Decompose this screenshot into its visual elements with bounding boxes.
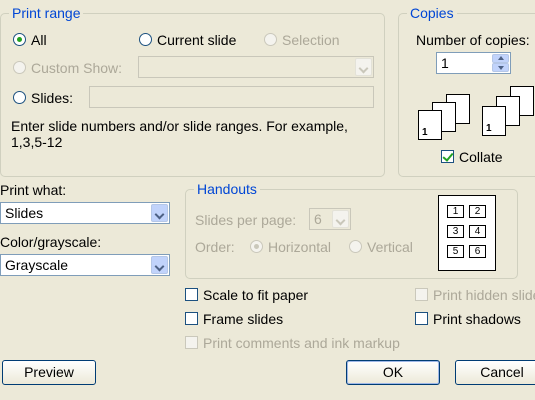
print-what-label: Print what:: [0, 182, 67, 198]
print-what-value: Slides: [5, 205, 44, 221]
ok-button[interactable]: OK: [346, 360, 440, 385]
slides-per-page-select: 6: [309, 208, 351, 230]
frame-slides-label[interactable]: Frame slides: [203, 311, 283, 327]
chevron-down-icon: [498, 66, 504, 70]
print-hidden-label: Print hidden slides: [433, 287, 535, 303]
scale-to-fit-label[interactable]: Scale to fit paper: [203, 287, 308, 303]
selection-radio: [264, 33, 277, 46]
color-grayscale-select[interactable]: Grayscale: [0, 254, 170, 276]
custom-show-select: [138, 56, 374, 78]
scale-to-fit-checkbox[interactable]: [185, 288, 198, 301]
print-comments-checkbox: [185, 336, 198, 349]
slides-per-page-label: Slides per page:: [195, 212, 297, 228]
copies-value[interactable]: 1: [441, 55, 449, 71]
print-comments-label: Print comments and ink markup: [203, 335, 400, 351]
frame-slides-checkbox[interactable]: [185, 312, 198, 325]
horizontal-radio: [250, 240, 263, 253]
chevron-down-icon: [332, 210, 349, 228]
stepper-down-button[interactable]: [492, 63, 509, 72]
custom-show-radio: [13, 61, 26, 74]
current-slide-label[interactable]: Current slide: [157, 32, 236, 48]
handout-cell: 4: [469, 225, 486, 238]
copies-title: Copies: [407, 5, 457, 21]
number-of-copies-label: Number of copies:: [416, 32, 530, 48]
collate-checkbox[interactable]: [441, 150, 454, 163]
collate-illustration: 3 2 1 3 2 1: [414, 84, 534, 144]
horizontal-label: Horizontal: [268, 239, 332, 255]
custom-show-label: Custom Show:: [31, 60, 123, 76]
print-what-select[interactable]: Slides: [0, 202, 170, 224]
handout-cell: 1: [447, 205, 464, 218]
chevron-up-icon: [498, 56, 504, 60]
print-hidden-checkbox: [415, 288, 428, 301]
selection-label: Selection: [282, 32, 340, 48]
collate-label[interactable]: Collate: [459, 149, 503, 165]
all-label[interactable]: All: [31, 32, 47, 48]
print-shadows-checkbox[interactable]: [415, 312, 428, 325]
current-slide-radio[interactable]: [139, 33, 152, 46]
slides-per-page-value: 6: [314, 211, 322, 227]
handout-cell: 5: [447, 245, 464, 258]
order-label: Order:: [195, 239, 235, 255]
slides-radio[interactable]: [13, 91, 26, 104]
slides-hint-line2: 1,3,5-12: [11, 134, 63, 150]
handouts-title: Handouts: [194, 181, 260, 197]
print-shadows-label[interactable]: Print shadows: [433, 311, 521, 327]
preview-button[interactable]: Preview: [2, 360, 96, 385]
handout-cell: 2: [469, 205, 486, 218]
slides-label[interactable]: Slides:: [31, 90, 73, 106]
handout-preview: 1 2 3 4 5 6: [438, 195, 496, 271]
handout-cell: 3: [447, 225, 464, 238]
chevron-down-icon[interactable]: [151, 256, 168, 274]
handout-cell: 6: [469, 245, 486, 258]
cancel-button[interactable]: Cancel: [455, 360, 535, 385]
print-range-title: Print range: [9, 5, 84, 21]
collate-page: 1: [418, 110, 442, 140]
color-grayscale-value: Grayscale: [5, 257, 69, 273]
chevron-down-icon[interactable]: [151, 204, 168, 222]
all-radio[interactable]: [13, 33, 26, 46]
stepper-up-button[interactable]: [492, 54, 509, 63]
copies-stepper[interactable]: 1: [436, 52, 511, 74]
collate-page: 1: [482, 106, 506, 136]
slides-hint-line1: Enter slide numbers and/or slide ranges.…: [11, 118, 348, 134]
color-grayscale-label: Color/grayscale:: [0, 234, 102, 250]
vertical-label: Vertical: [367, 239, 413, 255]
vertical-radio: [349, 240, 362, 253]
slides-input[interactable]: [89, 86, 374, 108]
chevron-down-icon: [355, 58, 372, 76]
